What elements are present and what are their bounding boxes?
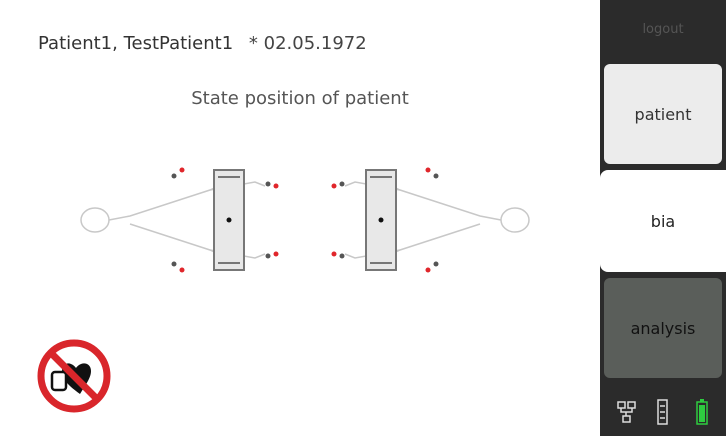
network-icon <box>617 401 636 423</box>
scale-icon <box>657 399 668 425</box>
patient-dob: * 02.05.1972 <box>248 33 367 54</box>
sidebar: logout patient bia analysis <box>600 0 726 436</box>
patient-position-option-left[interactable] <box>80 167 279 273</box>
main-panel: Patient1, TestPatient1 * 02.05.1972 Stat… <box>0 0 600 436</box>
center-dot-icon <box>226 217 232 223</box>
center-dot-icon <box>378 217 384 223</box>
patient-name: Patient1, TestPatient1 <box>38 33 234 54</box>
head-icon <box>500 207 530 233</box>
head-icon <box>80 207 110 233</box>
patient-header: Patient1, TestPatient1 * 02.05.1972 <box>38 33 367 54</box>
pacemaker-prohibited-icon <box>37 339 111 413</box>
tab-analysis[interactable]: analysis <box>604 278 722 378</box>
app-window: Patient1, TestPatient1 * 02.05.1972 Stat… <box>0 0 726 436</box>
battery-icon <box>696 399 708 425</box>
status-bar <box>617 399 708 425</box>
tab-patient[interactable]: patient <box>604 64 722 164</box>
patient-position-option-right[interactable] <box>331 167 530 273</box>
logout-button[interactable]: logout <box>600 22 726 37</box>
patient-position-diagram <box>80 167 530 273</box>
instruction-text: State position of patient <box>191 88 409 109</box>
tab-bia[interactable]: bia <box>600 170 726 272</box>
